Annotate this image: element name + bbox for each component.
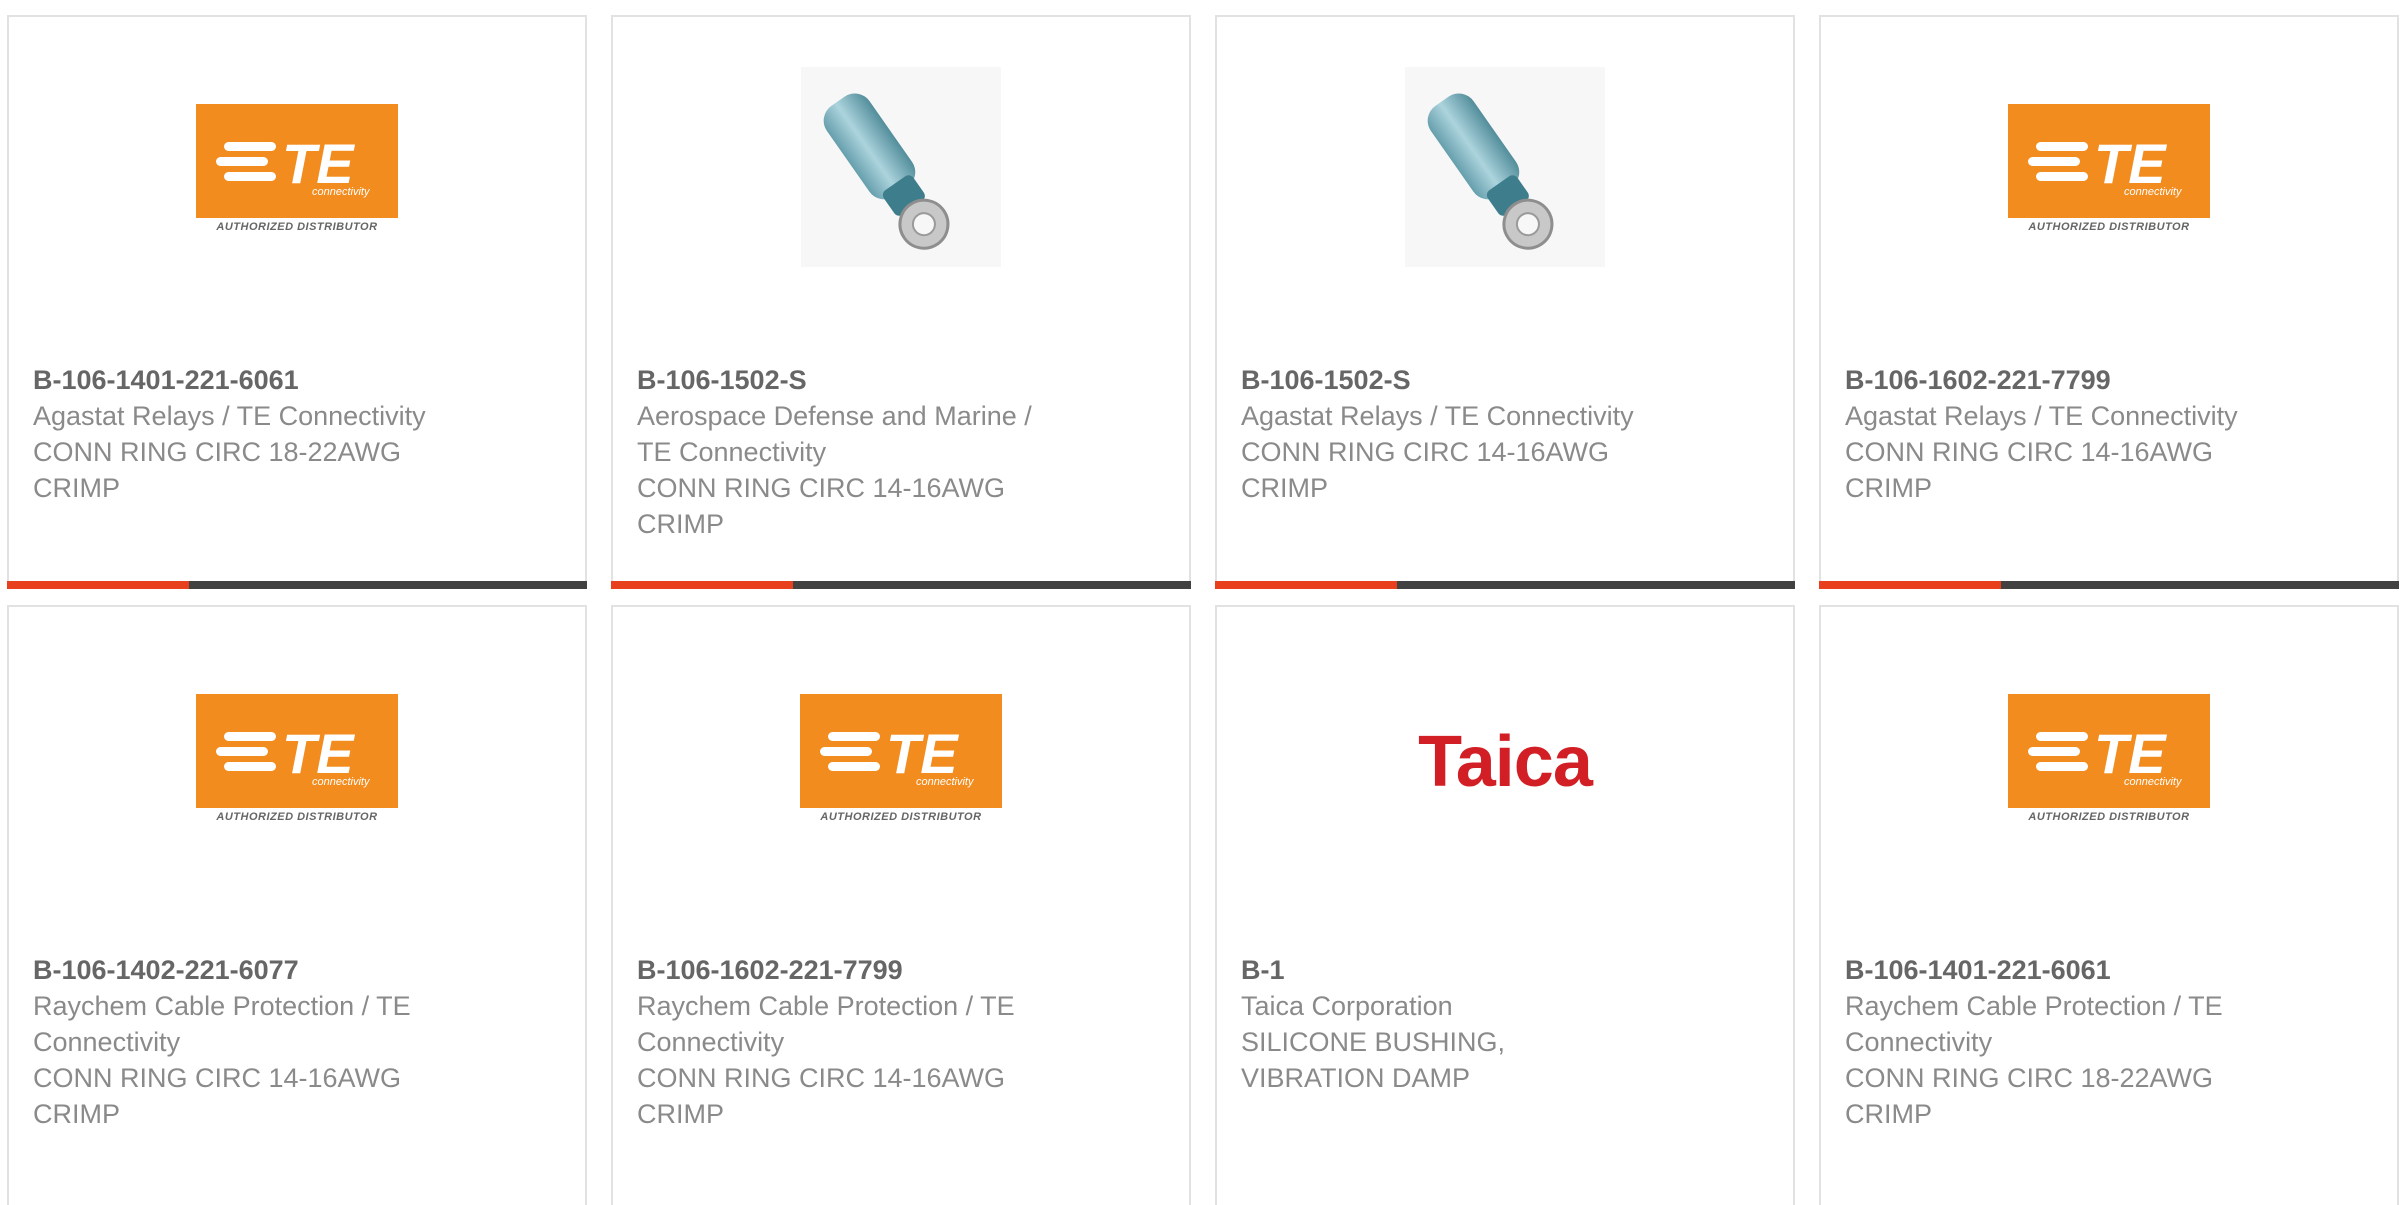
svg-text:connectivity: connectivity — [2124, 776, 2183, 788]
part-number-link[interactable]: B-106-1502-S — [637, 362, 1107, 398]
product-detail: CRIMP — [1845, 473, 1932, 503]
product-detail: CRIMP — [1241, 473, 1328, 503]
part-number-link[interactable]: B-106-1401-221-6061 — [33, 362, 503, 398]
part-number-link[interactable]: B-1 — [1241, 952, 1711, 988]
product-image[interactable] — [613, 17, 1189, 317]
product-detail: CRIMP — [33, 1099, 120, 1129]
product-detail: Agastat Relays / TE Connectivity — [33, 401, 426, 431]
logo-caption: AUTHORIZED DISTRIBUTOR — [2028, 810, 2190, 823]
part-number-link[interactable]: B-106-1502-S — [1241, 362, 1711, 398]
card-bottom-bar — [7, 581, 587, 589]
product-info: B-106-1502-S Agastat Relays / TE Connect… — [1241, 362, 1711, 506]
product-detail: Raychem Cable Protection / TE — [1845, 991, 2223, 1021]
product-grid: TE connectivity AUTHORIZED DISTRIBUTOR B… — [0, 0, 2400, 1205]
product-detail: Agastat Relays / TE Connectivity — [1845, 401, 2238, 431]
logo-caption: AUTHORIZED DISTRIBUTOR — [216, 810, 378, 823]
card-bottom-bar — [1215, 581, 1795, 589]
product-image[interactable]: TE connectivity AUTHORIZED DISTRIBUTOR — [613, 607, 1189, 907]
svg-text:connectivity: connectivity — [312, 776, 371, 788]
te-connectivity-logo: TE connectivity AUTHORIZED DISTRIBUTOR — [196, 103, 398, 233]
product-detail: Raychem Cable Protection / TE — [637, 991, 1015, 1021]
product-card[interactable]: TE connectivity AUTHORIZED DISTRIBUTOR B… — [1819, 605, 2399, 1205]
product-card[interactable]: Taica B-1 Taica Corporation SILICONE BUSH… — [1215, 605, 1795, 1205]
logo-caption: AUTHORIZED DISTRIBUTOR — [216, 220, 378, 233]
taica-logo: Taica — [1418, 722, 1593, 802]
product-detail: Aerospace Defense and Marine / — [637, 401, 1032, 431]
svg-text:connectivity: connectivity — [916, 776, 975, 788]
product-info: B-106-1502-S Aerospace Defense and Marin… — [637, 362, 1107, 542]
product-image[interactable]: Taica — [1217, 607, 1793, 907]
product-card[interactable]: TE connectivity AUTHORIZED DISTRIBUTOR B… — [1819, 15, 2399, 589]
logo-caption: AUTHORIZED DISTRIBUTOR — [2028, 220, 2190, 233]
product-detail: CONN RING CIRC 18-22AWG — [33, 437, 402, 467]
product-detail: CRIMP — [637, 509, 724, 539]
product-detail: CONN RING CIRC 14-16AWG — [1845, 437, 2214, 467]
product-image[interactable]: TE connectivity AUTHORIZED DISTRIBUTOR — [9, 17, 585, 317]
part-number-link[interactable]: B-106-1401-221-6061 — [1845, 952, 2315, 988]
product-info: B-1 Taica Corporation SILICONE BUSHING, VI… — [1241, 952, 1711, 1096]
product-info: B-106-1402-221-6077 Raychem Cable Protec… — [33, 952, 503, 1132]
ring-terminal-photo — [1405, 67, 1605, 267]
product-detail: Connectivity — [637, 1027, 785, 1057]
product-image[interactable]: TE connectivity AUTHORIZED DISTRIBUTOR — [9, 607, 585, 907]
product-info: B-106-1401-221-6061 Raychem Cable Protec… — [1845, 952, 2315, 1132]
te-connectivity-logo: TE connectivity AUTHORIZED DISTRIBUTOR — [196, 693, 398, 823]
product-detail: CRIMP — [1845, 1099, 1932, 1129]
product-detail: CRIMP — [637, 1099, 724, 1129]
product-detail: SILICONE BUSHING, — [1241, 1027, 1506, 1057]
card-accent — [611, 581, 793, 589]
product-detail: TE Connectivity — [637, 437, 827, 467]
product-card[interactable]: B-106-1502-S Agastat Relays / TE Connect… — [1215, 15, 1795, 589]
product-detail: Taica Corporation — [1241, 991, 1453, 1021]
te-connectivity-logo: TE connectivity AUTHORIZED DISTRIBUTOR — [2008, 693, 2210, 823]
product-info: B-106-1602-221-7799 Agastat Relays / TE … — [1845, 362, 2315, 506]
part-number-link[interactable]: B-106-1602-221-7799 — [637, 952, 1107, 988]
svg-text:connectivity: connectivity — [312, 186, 371, 198]
product-card[interactable]: TE connectivity AUTHORIZED DISTRIBUTOR B… — [7, 15, 587, 589]
product-detail: CONN RING CIRC 14-16AWG — [1241, 437, 1610, 467]
logo-caption: AUTHORIZED DISTRIBUTOR — [820, 810, 982, 823]
product-detail: CONN RING CIRC 14-16AWG — [33, 1063, 402, 1093]
product-detail: VIBRATION DAMP — [1241, 1063, 1471, 1093]
te-connectivity-logo: TE connectivity AUTHORIZED DISTRIBUTOR — [2008, 103, 2210, 233]
ring-terminal-photo — [801, 67, 1001, 267]
part-number-link[interactable]: B-106-1602-221-7799 — [1845, 362, 2315, 398]
product-detail: Agastat Relays / TE Connectivity — [1241, 401, 1634, 431]
part-number-link[interactable]: B-106-1402-221-6077 — [33, 952, 503, 988]
product-card[interactable]: B-106-1502-S Aerospace Defense and Marin… — [611, 15, 1191, 589]
card-bottom-bar — [1819, 581, 2399, 589]
card-accent — [7, 581, 189, 589]
product-image[interactable]: TE connectivity AUTHORIZED DISTRIBUTOR — [1821, 607, 2397, 907]
card-accent — [1215, 581, 1397, 589]
product-card[interactable]: TE connectivity AUTHORIZED DISTRIBUTOR B… — [7, 605, 587, 1205]
product-info: B-106-1602-221-7799 Raychem Cable Protec… — [637, 952, 1107, 1132]
card-bottom-bar — [611, 581, 1191, 589]
product-detail: CRIMP — [33, 473, 120, 503]
product-image[interactable] — [1217, 17, 1793, 317]
product-info: B-106-1401-221-6061 Agastat Relays / TE … — [33, 362, 503, 506]
product-image[interactable]: TE connectivity AUTHORIZED DISTRIBUTOR — [1821, 17, 2397, 317]
product-detail: Connectivity — [33, 1027, 181, 1057]
te-connectivity-logo: TE connectivity AUTHORIZED DISTRIBUTOR — [800, 693, 1002, 823]
product-detail: CONN RING CIRC 14-16AWG — [637, 1063, 1006, 1093]
svg-text:connectivity: connectivity — [2124, 186, 2183, 198]
product-detail: Connectivity — [1845, 1027, 1993, 1057]
card-accent — [1819, 581, 2001, 589]
product-detail: Raychem Cable Protection / TE — [33, 991, 411, 1021]
product-detail: CONN RING CIRC 18-22AWG — [1845, 1063, 2214, 1093]
product-detail: CONN RING CIRC 14-16AWG — [637, 473, 1006, 503]
product-card[interactable]: TE connectivity AUTHORIZED DISTRIBUTOR B… — [611, 605, 1191, 1205]
